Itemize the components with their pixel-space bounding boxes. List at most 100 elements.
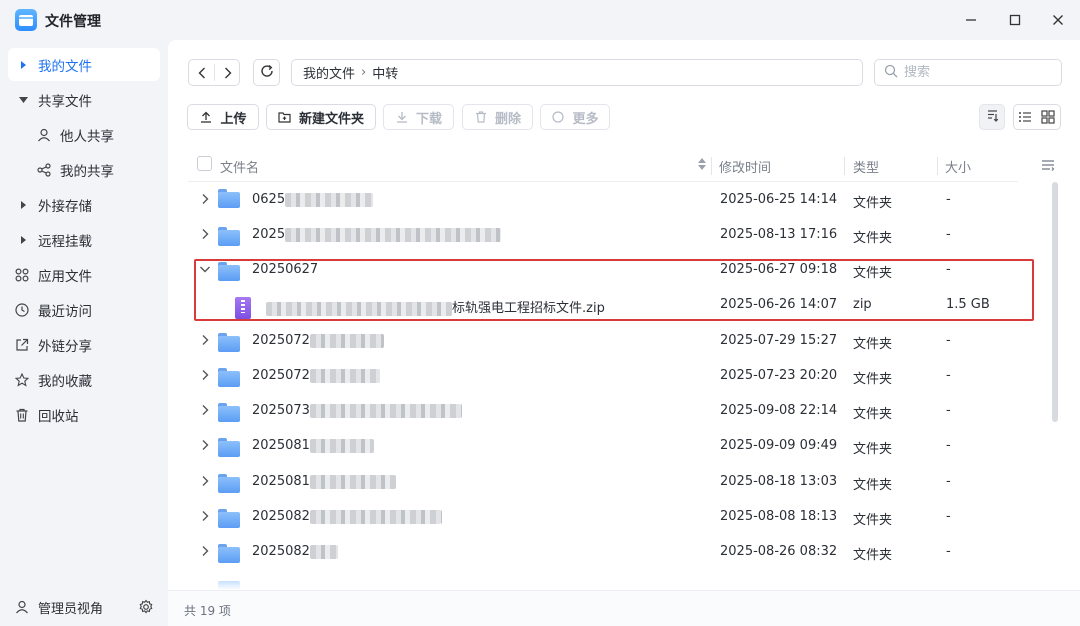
breadcrumb-item[interactable]: 我的文件 (303, 63, 355, 82)
sidebar-item-favorites[interactable]: 我的收藏 (8, 363, 160, 396)
folder-icon (218, 474, 240, 493)
expand-chevron-icon[interactable] (199, 404, 211, 416)
file-type: 文件夹 (853, 337, 893, 352)
main-panel: 我的文件 › 中转 上传 新建文件夹 下载 删除 更多 (168, 40, 1080, 626)
expand-chevron-icon[interactable] (199, 228, 211, 240)
sidebar-item-label: 我的共享 (60, 163, 114, 180)
select-all-checkbox[interactable] (197, 156, 212, 171)
expand-chevron-icon[interactable] (199, 475, 211, 487)
folder-icon (218, 544, 240, 563)
sort-button[interactable] (979, 104, 1005, 130)
maximize-icon[interactable] (1003, 8, 1027, 32)
sidebar-item-label: 我的文件 (38, 58, 92, 75)
column-settings-icon[interactable] (1041, 158, 1055, 176)
download-button[interactable]: 下载 (383, 104, 454, 130)
delete-button[interactable]: 删除 (462, 104, 533, 130)
modified-time: 2025-09-09 09:49 (720, 438, 838, 453)
sidebar-item-remote-mount[interactable]: 远程挂载 (8, 223, 160, 256)
redacted-text (285, 227, 502, 242)
table-row[interactable]: 2025073 2025-09-08 22:14 文件夹 - (188, 393, 1018, 428)
column-header-modified[interactable]: 修改时间 (719, 157, 771, 176)
file-size: - (946, 403, 951, 418)
sort-toggle-icon[interactable] (698, 157, 706, 175)
file-type: 文件夹 (853, 196, 893, 211)
scroll-fade (188, 575, 1018, 590)
column-divider (711, 157, 712, 175)
column-header-size[interactable]: 大小 (945, 157, 971, 176)
table-row[interactable]: 2025081 2025-08-18 13:03 文件夹 - (188, 464, 1018, 499)
sidebar-item-my-files[interactable]: 我的文件 (8, 48, 160, 81)
sidebar-item-label: 应用文件 (38, 268, 92, 285)
column-divider (844, 157, 845, 175)
sidebar-item-shared-with-me[interactable]: 他人共享 (8, 118, 160, 151)
column-header-name[interactable]: 文件名 (220, 157, 259, 176)
refresh-button[interactable] (253, 59, 280, 86)
admin-view-label: 管理员视角 (38, 601, 104, 617)
sidebar-item-recent[interactable]: 最近访问 (8, 293, 160, 326)
table-row[interactable]: 2025082 2025-08-26 08:32 文件夹 - (188, 534, 1018, 569)
breadcrumb[interactable]: 我的文件 › 中转 (291, 59, 863, 86)
table-row[interactable]: 2025082 2025-08-08 18:13 文件夹 - (188, 499, 1018, 534)
sidebar-item-label: 我的收藏 (38, 373, 92, 390)
sidebar-item-shared-files[interactable]: 共享文件 (8, 83, 160, 116)
upload-button[interactable]: 上传 (187, 104, 259, 130)
vertical-scrollbar[interactable] (1052, 182, 1058, 422)
search-field[interactable] (874, 59, 1062, 86)
folder-icon (218, 438, 240, 457)
settings-gear-icon[interactable] (138, 599, 154, 619)
forward-arrow-icon[interactable] (215, 60, 240, 85)
sidebar-item-label: 外接存储 (38, 198, 92, 215)
expand-chevron-icon[interactable] (199, 545, 211, 557)
caret-right-icon (18, 200, 28, 210)
close-icon[interactable] (1046, 8, 1070, 32)
sidebar-item-external-storage[interactable]: 外接存储 (8, 188, 160, 221)
admin-view-toggle[interactable]: 管理员视角 (8, 592, 160, 622)
list-view-icon[interactable] (1018, 110, 1032, 128)
trash-icon (14, 407, 30, 423)
sidebar-item-external-links[interactable]: 外链分享 (8, 328, 160, 361)
collapse-chevron-icon[interactable] (199, 263, 211, 275)
expand-chevron-icon[interactable] (199, 510, 211, 522)
expand-chevron-icon[interactable] (199, 193, 211, 205)
file-name: 2025072 (252, 333, 384, 348)
table-row-expanded[interactable]: 20250627 2025-06-27 09:18 文件夹 - (188, 252, 1018, 287)
grid-view-icon[interactable] (1041, 110, 1055, 128)
file-size: - (946, 438, 951, 453)
minimize-icon[interactable] (959, 8, 983, 32)
breadcrumb-item[interactable]: 中转 (372, 63, 398, 82)
modified-time: 2025-07-29 15:27 (720, 333, 838, 348)
file-name: 2025081 (252, 438, 374, 453)
file-name: 2025081 (252, 474, 396, 489)
sidebar-item-label: 远程挂载 (38, 233, 92, 250)
table-row[interactable]: 2025 2025-08-13 17:16 文件夹 - (188, 217, 1018, 252)
sidebar-item-label: 回收站 (38, 408, 79, 425)
table-row-child[interactable]: 标轨强电工程招标文件.zip 2025-06-26 14:07 zip 1.5 … (188, 287, 1018, 322)
sidebar: 我的文件 共享文件 他人共享 我的共享 外接存储 远程挂载 应用文件 最近访问 (0, 40, 168, 626)
sidebar-item-my-shares[interactable]: 我的共享 (8, 153, 160, 186)
file-size: - (946, 368, 951, 383)
file-size: - (946, 544, 951, 559)
table-row[interactable]: 2025072 2025-07-29 15:27 文件夹 - (188, 323, 1018, 358)
breadcrumb-separator-icon: › (361, 65, 367, 80)
table-row[interactable]: 2025081 2025-09-09 09:49 文件夹 - (188, 428, 1018, 463)
file-name: 2025072 (252, 368, 380, 383)
column-header-type[interactable]: 类型 (853, 157, 879, 176)
expand-chevron-icon[interactable] (199, 334, 211, 346)
folder-icon (218, 189, 240, 208)
search-input[interactable] (904, 65, 1054, 80)
back-arrow-icon[interactable] (189, 60, 214, 85)
file-type: 文件夹 (853, 478, 893, 493)
file-type: 文件夹 (853, 548, 893, 563)
sidebar-item-recycle-bin[interactable]: 回收站 (8, 398, 160, 431)
expand-chevron-icon[interactable] (199, 369, 211, 381)
table-row[interactable]: 0625 2025-06-25 14:14 文件夹 - (188, 182, 1018, 217)
new-folder-button[interactable]: 新建文件夹 (266, 104, 376, 130)
new-folder-icon (278, 110, 292, 124)
download-label: 下载 (415, 111, 442, 127)
file-name: 2025082 (252, 509, 442, 524)
sidebar-item-app-files[interactable]: 应用文件 (8, 258, 160, 291)
expand-chevron-icon[interactable] (199, 439, 211, 451)
table-row[interactable]: 2025072 2025-07-23 20:20 文件夹 - (188, 358, 1018, 393)
more-button[interactable]: 更多 (540, 104, 610, 130)
sidebar-item-label: 外链分享 (38, 338, 92, 355)
